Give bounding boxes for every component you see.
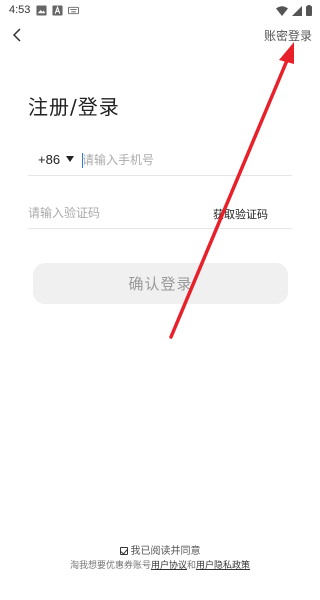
keyboard-notification-icon xyxy=(68,6,79,15)
signal-icon xyxy=(292,5,302,16)
back-button[interactable] xyxy=(6,24,28,46)
caret-down-icon[interactable] xyxy=(66,156,74,162)
status-bar: 4:53 xyxy=(0,0,320,22)
account-password-login-link[interactable]: 账密登录 xyxy=(264,27,312,44)
agree-checkbox[interactable] xyxy=(119,547,128,555)
battery-icon xyxy=(306,5,312,16)
phone-input-row: +86 xyxy=(28,146,292,176)
terms-and: 和 xyxy=(187,561,197,571)
get-code-button[interactable]: 获取验证码 xyxy=(213,206,268,222)
phone-input[interactable] xyxy=(82,148,287,172)
country-code-selector[interactable]: +86 xyxy=(38,152,60,167)
privacy-policy-link[interactable]: 用户隐私政策 xyxy=(196,561,250,571)
notification-icons xyxy=(36,5,79,16)
wifi-icon xyxy=(276,5,288,16)
agree-text: 我已阅读并同意 xyxy=(130,546,201,557)
a-notification-icon xyxy=(52,5,63,16)
system-status-icons xyxy=(276,5,312,16)
user-agreement-link[interactable]: 用户协议 xyxy=(151,561,187,571)
verification-code-input[interactable] xyxy=(28,201,208,225)
chevron-left-icon xyxy=(12,28,21,42)
image-notification-icon xyxy=(36,5,47,16)
confirm-login-button[interactable]: 确认登录 xyxy=(33,263,288,304)
agreement-row: 我已阅读并同意 xyxy=(0,542,320,557)
code-input-row: 获取验证码 xyxy=(28,199,292,229)
page-title: 注册/登录 xyxy=(28,95,120,119)
arrow-head xyxy=(279,42,294,64)
terms-prefix: 淘我想要优惠券账号 xyxy=(69,561,151,571)
terms-row: 淘我想要优惠券账号用户协议和用户隐私政策 xyxy=(0,558,320,571)
status-time: 4:53 xyxy=(9,4,31,16)
